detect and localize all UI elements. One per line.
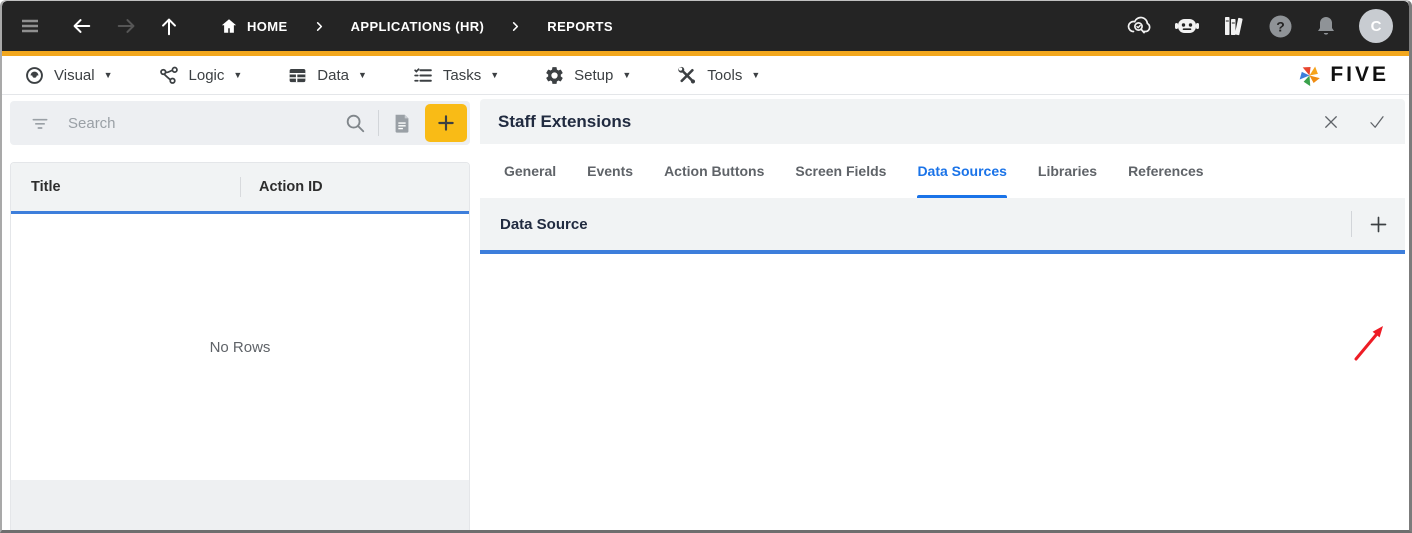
search-toolbar [10,101,470,145]
left-panel: Title Action ID No Rows [10,101,470,530]
library-books-icon[interactable] [1221,13,1247,39]
tab-references[interactable]: References [1128,144,1204,198]
back-arrow-icon[interactable] [70,15,92,37]
form-header: Staff Extensions [480,99,1405,144]
save-check-icon[interactable] [1367,113,1387,131]
visual-eye-icon [26,66,43,84]
form-tabs: General Events Action Buttons Screen Fie… [480,144,1405,198]
breadcrumb-reports[interactable]: REPORTS [547,19,613,34]
plus-icon [438,115,454,131]
menu-data[interactable]: Data ▼ [287,65,367,86]
help-icon[interactable]: ? [1268,14,1293,39]
five-logo-text: FIVE [1330,63,1389,86]
column-header-action-id[interactable]: Action ID [241,179,323,195]
document-icon[interactable] [391,111,413,135]
caret-down-icon: ▼ [103,70,113,80]
user-avatar[interactable]: C [1359,9,1393,43]
five-logo: FIVE [1296,62,1389,89]
menu-logic[interactable]: Logic ▼ [158,65,243,86]
caret-down-icon: ▼ [490,70,500,80]
caret-down-icon: ▼ [622,70,632,80]
toolbar-divider [378,110,379,136]
top-navigation-bar: HOME APPLICATIONS (HR) REPORTS ? C [2,1,1409,51]
table-header: Title Action ID [11,163,469,211]
tab-screen-fields[interactable]: Screen Fields [795,144,886,198]
tab-data-sources[interactable]: Data Sources [917,144,1008,198]
add-data-source-button[interactable] [1368,214,1389,235]
table-footer [11,480,469,530]
caret-down-icon: ▼ [751,70,761,80]
menu-setup[interactable]: Setup ▼ [544,65,631,86]
chatbot-icon[interactable] [1174,14,1200,38]
cloud-inspect-icon[interactable] [1125,13,1153,39]
breadcrumb-applications[interactable]: APPLICATIONS (HR) [351,19,485,34]
logic-flow-icon [159,66,178,84]
svg-text:?: ? [1276,18,1285,34]
form-title: Staff Extensions [498,111,632,131]
search-icon[interactable] [344,112,366,134]
menu-tasks[interactable]: Tasks ▼ [412,65,499,86]
search-input[interactable] [68,114,344,132]
records-table: Title Action ID No Rows [10,162,470,530]
app-window: HOME APPLICATIONS (HR) REPORTS ? C Visua… [0,0,1412,533]
plus-icon [1370,216,1387,232]
table-body: No Rows [11,214,469,480]
section-divider [1351,211,1352,237]
data-table-icon [289,68,306,82]
home-icon [221,19,237,33]
content-area: Title Action ID No Rows Staff Extensions [2,95,1409,530]
data-source-empty-body [480,254,1405,530]
add-record-button[interactable] [425,104,467,142]
filter-icon[interactable] [30,113,50,133]
no-rows-message: No Rows [209,338,271,356]
hamburger-menu-icon[interactable] [18,14,42,38]
notifications-bell-icon[interactable] [1314,14,1338,38]
tools-icon [678,66,696,84]
cancel-icon[interactable] [1322,113,1340,131]
menu-visual[interactable]: Visual ▼ [24,65,113,86]
forward-arrow-icon[interactable] [116,15,138,37]
breadcrumb-home[interactable]: HOME [220,17,288,35]
breadcrumb: HOME APPLICATIONS (HR) REPORTS [220,17,613,35]
tab-general[interactable]: General [504,144,556,198]
right-panel: Staff Extensions General Events Action B… [480,99,1405,530]
setup-gear-icon [546,66,563,84]
menu-tools[interactable]: Tools ▼ [676,65,760,86]
data-source-section-header: Data Source [480,198,1405,250]
tab-events[interactable]: Events [587,144,633,198]
tab-action-buttons[interactable]: Action Buttons [664,144,764,198]
caret-down-icon: ▼ [357,70,367,80]
breadcrumb-chevron-icon [510,21,521,32]
topbar-right-icons: ? C [1125,9,1393,43]
tasks-checklist-icon [414,67,432,82]
breadcrumb-chevron-icon [314,21,325,32]
caret-down-icon: ▼ [233,70,243,80]
menu-bar: Visual ▼ Logic ▼ Data ▼ Tasks ▼ Setup ▼ … [2,56,1409,95]
data-source-section-title: Data Source [500,215,588,233]
avatar-initial: C [1370,17,1382,35]
column-header-title[interactable]: Title [11,179,240,195]
tab-libraries[interactable]: Libraries [1038,144,1097,198]
five-pinwheel-icon [1299,66,1321,86]
up-arrow-icon[interactable] [158,15,180,37]
breadcrumb-home-label: HOME [247,18,288,34]
